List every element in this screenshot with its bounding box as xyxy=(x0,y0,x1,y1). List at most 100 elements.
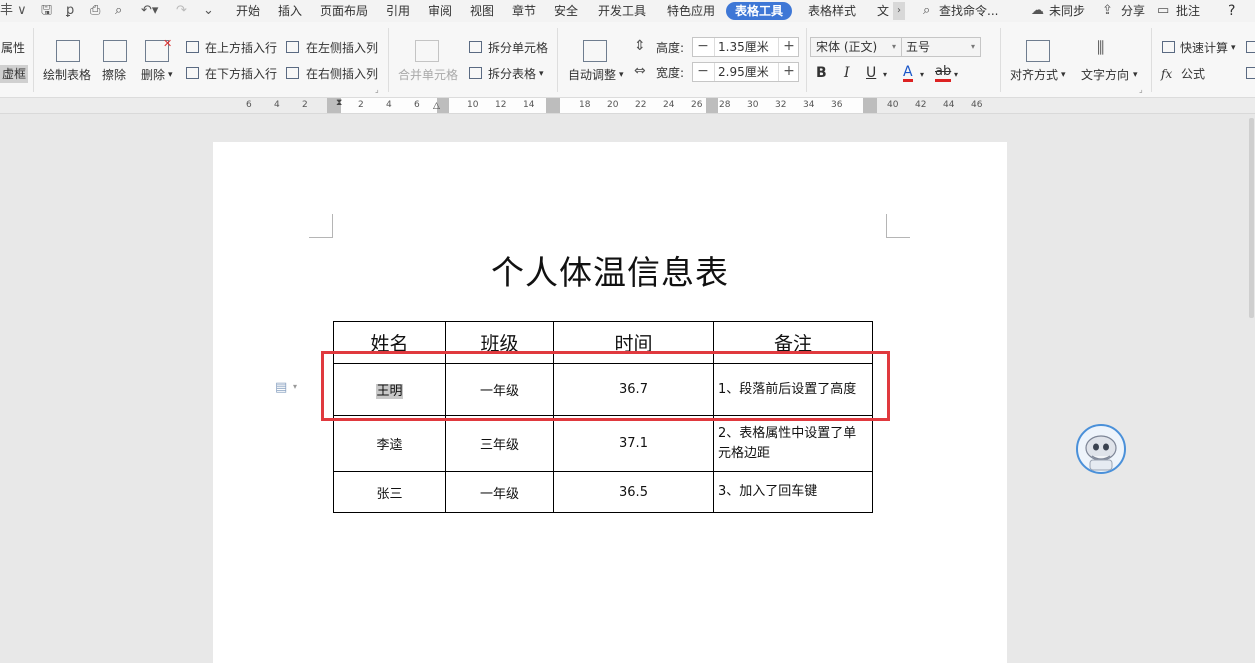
font-size-select[interactable]: 五号 ▾ xyxy=(901,37,981,57)
undo-icon[interactable]: ↶▾ xyxy=(141,2,158,20)
tab-text[interactable]: 文 xyxy=(877,2,889,20)
row-handle-dropdown-icon[interactable]: ▾ xyxy=(293,382,297,391)
font-color-dropdown-icon[interactable]: ▾ xyxy=(920,67,924,83)
font-color-button[interactable]: A xyxy=(903,65,913,82)
draw-table-button[interactable]: 绘制表格 xyxy=(43,67,91,83)
quick-calc-button[interactable]: 快速计算 xyxy=(1180,40,1228,56)
share-button[interactable]: 分享 xyxy=(1121,2,1145,20)
width-stepper[interactable]: − 2.95厘米 + xyxy=(692,62,799,82)
width-decrease-button[interactable]: − xyxy=(694,63,712,81)
tab-view[interactable]: 视图 xyxy=(470,2,494,20)
ruler-tick: 20 xyxy=(607,100,619,110)
print-icon[interactable]: ⎙ xyxy=(90,2,100,20)
tab-table-tools[interactable]: 表格工具 xyxy=(726,2,793,20)
underline-dropdown-icon[interactable]: ▾ xyxy=(883,67,887,83)
table-cell[interactable]: 3、加入了回车键 xyxy=(713,471,873,513)
sync-status[interactable]: 未同步 xyxy=(1049,2,1085,20)
format-painter-icon[interactable]: ꝑ xyxy=(66,2,74,20)
table-properties-button[interactable]: 属性 xyxy=(1,40,25,56)
auto-adjust-dropdown-icon[interactable]: ▾ xyxy=(619,67,624,83)
cloud-sync-icon[interactable]: ☁ xyxy=(1031,2,1044,20)
font-dialog-launcher-icon[interactable]: ⌟ xyxy=(1139,85,1143,94)
table-cell[interactable]: 三年级 xyxy=(445,415,554,472)
assistant-mascot-icon[interactable] xyxy=(1076,424,1126,474)
share-icon[interactable]: ⇪ xyxy=(1102,2,1113,20)
tab-table-style[interactable]: 表格样式 xyxy=(808,2,856,20)
tab-special-apps[interactable]: 特色应用 xyxy=(667,2,715,20)
tab-start[interactable]: 开始 xyxy=(236,2,260,20)
highlight-button[interactable]: ab xyxy=(935,65,952,82)
height-increase-button[interactable]: + xyxy=(780,38,798,56)
horizontal-ruler[interactable]: 6 4 2 2 4 6 10 12 14 18 20 22 24 26 28 3… xyxy=(0,98,1255,114)
more-tools-icon[interactable] xyxy=(1246,41,1255,53)
draw-table-icon xyxy=(56,40,80,62)
height-stepper[interactable]: − 1.35厘米 + xyxy=(692,37,799,57)
font-name-select[interactable]: 宋体 (正文) ▾ xyxy=(810,37,902,57)
table-row: 张三 一年级 36.5 3、加入了回车键 xyxy=(333,471,873,513)
tab-scroll-right-icon[interactable]: › xyxy=(893,2,905,20)
align-button[interactable]: 对齐方式 xyxy=(1010,67,1058,83)
quick-calc-dropdown-icon[interactable]: ▾ xyxy=(1231,40,1236,56)
right-indent-marker-icon[interactable]: △ xyxy=(433,101,440,111)
bold-button[interactable]: B xyxy=(816,65,827,81)
merge-cells-button[interactable]: 合并单元格 xyxy=(398,67,458,83)
table-cell[interactable]: 2、表格属性中设置了单元格边距 xyxy=(713,415,873,472)
ribbon-toolbar: 属性 虚框 绘制表格 擦除 ✕ 删除 ▾ 在上方插入行 在下方插入行 在左侧插入… xyxy=(0,22,1255,98)
margin-corner-mark xyxy=(309,214,333,238)
tab-chapter[interactable]: 章节 xyxy=(512,2,536,20)
redo-icon[interactable]: ↷ xyxy=(176,2,187,20)
customize-toolbar-icon[interactable]: ⌄ xyxy=(203,2,214,20)
comment-icon[interactable]: ▭ xyxy=(1157,2,1169,20)
delete-dropdown-icon[interactable]: ▾ xyxy=(168,67,173,83)
italic-button[interactable]: I xyxy=(844,65,850,81)
search-icon[interactable]: ⌕ xyxy=(923,2,930,20)
delete-button[interactable]: 删除 xyxy=(141,67,165,83)
formula-button[interactable]: 公式 xyxy=(1181,66,1205,82)
insert-col-right-button[interactable]: 在右侧插入列 xyxy=(306,66,378,82)
menu-tab-bar: 丰 ∨ 🖫 ꝑ ⎙ ⌕ ↶▾ ↷ ⌄ 开始 插入 页面布局 引用 审阅 视图 章… xyxy=(0,0,1255,22)
rows-cols-dialog-launcher-icon[interactable]: ⌟ xyxy=(375,85,379,94)
file-menu-arrow-icon[interactable]: 丰 ∨ xyxy=(0,2,27,20)
tab-insert[interactable]: 插入 xyxy=(278,2,302,20)
align-dropdown-icon[interactable]: ▾ xyxy=(1061,67,1066,83)
more-tools-icon-2[interactable] xyxy=(1246,67,1255,79)
auto-adjust-button[interactable]: 自动调整 xyxy=(568,67,616,83)
scrollbar-thumb[interactable] xyxy=(1249,118,1254,318)
table-cell[interactable]: 37.1 xyxy=(553,415,714,472)
help-button[interactable]: ? xyxy=(1228,2,1235,20)
tab-security[interactable]: 安全 xyxy=(554,2,578,20)
margin-corner-mark xyxy=(886,214,910,238)
tab-developer[interactable]: 开发工具 xyxy=(598,2,646,20)
row-handle-icon[interactable]: ▤ xyxy=(275,380,287,395)
underline-button[interactable]: U xyxy=(866,65,876,81)
erase-button[interactable]: 擦除 xyxy=(102,67,126,83)
table-cell[interactable]: 36.5 xyxy=(553,471,714,513)
save-icon[interactable]: 🖫 xyxy=(41,2,52,20)
width-increase-button[interactable]: + xyxy=(780,63,798,81)
split-table-dropdown-icon[interactable]: ▾ xyxy=(539,66,544,82)
comment-button[interactable]: 批注 xyxy=(1176,2,1200,20)
height-decrease-button[interactable]: − xyxy=(694,38,712,56)
insert-row-below-button[interactable]: 在下方插入行 xyxy=(205,66,277,82)
text-direction-dropdown-icon[interactable]: ▾ xyxy=(1133,67,1138,83)
command-search[interactable]: 查找命令... xyxy=(939,2,998,20)
tab-references[interactable]: 引用 xyxy=(386,2,410,20)
text-direction-button[interactable]: 文字方向 xyxy=(1081,67,1129,83)
insert-col-left-button[interactable]: 在左侧插入列 xyxy=(306,40,378,56)
highlight-dropdown-icon[interactable]: ▾ xyxy=(954,67,958,83)
table-cell[interactable]: 一年级 xyxy=(445,471,554,513)
table-cell[interactable]: 李逵 xyxy=(333,415,446,472)
insert-row-above-button[interactable]: 在上方插入行 xyxy=(205,40,277,56)
split-table-button[interactable]: 拆分表格 xyxy=(488,66,536,82)
split-cells-button[interactable]: 拆分单元格 xyxy=(488,40,548,56)
tab-review[interactable]: 审阅 xyxy=(428,2,452,20)
table-cell[interactable]: 张三 xyxy=(333,471,446,513)
height-input[interactable]: 1.35厘米 xyxy=(718,38,769,56)
show-dashed-border-button[interactable]: 虚框 xyxy=(0,65,29,83)
first-line-indent-marker-icon[interactable]: ⧗ xyxy=(336,98,342,108)
tab-page-layout[interactable]: 页面布局 xyxy=(320,2,368,20)
ruler-tick: 32 xyxy=(775,100,787,110)
document-title[interactable]: 个人体温信息表 xyxy=(213,246,1007,294)
width-input[interactable]: 2.95厘米 xyxy=(718,63,769,81)
print-preview-icon[interactable]: ⌕ xyxy=(115,2,122,20)
